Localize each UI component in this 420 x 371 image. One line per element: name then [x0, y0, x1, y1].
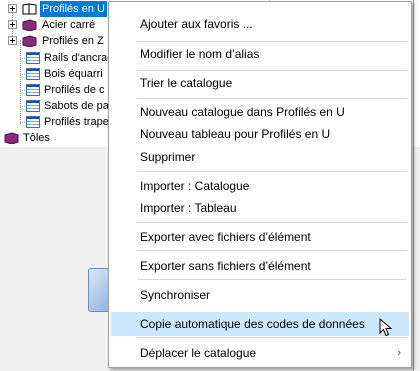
menu-item-new-catalog[interactable]: Nouveau catalogue dans Profilés en U — [111, 100, 409, 124]
menu-item-import-catalog[interactable]: Importer : Catalogue — [111, 174, 409, 198]
menu-item-synchronize[interactable]: Synchroniser — [111, 283, 409, 307]
expand-icon[interactable] — [8, 36, 17, 45]
tree-item-profiles-z[interactable]: Profilés en Z — [0, 33, 108, 49]
catalog-tree: Profilés en U Acier carré Profilés en Z … — [0, 0, 113, 148]
tree-guide-line — [20, 122, 25, 123]
menu-item-export-without-files[interactable]: Exporter sans fichiers d’élément — [111, 254, 409, 278]
context-menu: Ajouter aux favoris ... Modifier le nom … — [108, 1, 412, 368]
table-icon — [26, 100, 40, 112]
book-icon — [22, 35, 37, 47]
menu-item-add-favorites[interactable]: Ajouter aux favoris ... — [111, 12, 409, 36]
tree-item-label: Profilés de c — [44, 84, 105, 96]
menu-item-delete[interactable]: Supprimer — [111, 145, 409, 169]
tree-item-timber[interactable]: Bois équarri — [0, 66, 108, 82]
tree-item-label: Acier carré — [42, 19, 96, 31]
menu-separator — [137, 222, 407, 223]
menu-item-auto-copy-data-codes[interactable]: Copie automatique des codes de données — [111, 312, 409, 336]
table-icon — [26, 52, 40, 64]
menu-separator — [137, 171, 407, 172]
tree-item-trapezoid[interactable]: Profilés trape — [0, 114, 109, 130]
tree-item-label: Rails d'ancrag — [44, 52, 114, 64]
book-icon — [22, 19, 37, 31]
submenu-arrow-icon: › — [397, 347, 401, 359]
tree-guide-line — [20, 74, 25, 75]
menu-item-import-table[interactable]: Importer : Tableau — [111, 196, 409, 220]
table-icon — [26, 84, 40, 96]
menu-separator — [137, 279, 407, 280]
tree-guide-line — [20, 58, 25, 59]
menu-item-export-with-files[interactable]: Exporter avec fichiers d’élément — [111, 225, 409, 249]
menu-separator — [137, 250, 407, 251]
tree-item-label: Bois équarri — [44, 68, 103, 80]
expand-icon[interactable] — [8, 4, 17, 13]
menu-separator — [137, 98, 407, 99]
tree-item-label: Profilés trape — [44, 116, 109, 128]
pane-divider — [413, 0, 414, 371]
tree-item-label: Sabots de pa — [44, 100, 109, 112]
menu-item-label: Déplacer le catalogue — [140, 346, 257, 360]
menu-item-new-table[interactable]: Nouveau tableau pour Profilés en U — [111, 122, 409, 146]
tree-item-profiles-c[interactable]: Profilés de c — [0, 82, 108, 98]
tree-item-profiles-u[interactable]: Profilés en U — [0, 1, 108, 17]
tree-item-beam-shoes[interactable]: Sabots de pa — [0, 98, 109, 114]
book-icon — [4, 132, 19, 144]
table-icon — [26, 116, 40, 128]
tree-item-label: Tôles — [23, 132, 50, 144]
book-icon — [22, 3, 37, 15]
menu-item-rename-alias[interactable]: Modifier le nom d’alias — [111, 42, 409, 66]
tree-guide-line — [20, 90, 25, 91]
tree-guide-line — [20, 106, 25, 107]
tree-item-label: Profilés en U — [40, 1, 107, 17]
tree-item-anchor-rails[interactable]: Rails d'ancrag — [0, 50, 113, 66]
tree-item-label: Profilés en Z — [42, 35, 104, 47]
tree-item-sheets[interactable]: Tôles — [0, 130, 108, 146]
mouse-cursor-icon — [379, 318, 393, 337]
menu-item-sort-catalog[interactable]: Trier le catalogue — [111, 71, 409, 95]
expand-icon[interactable] — [8, 20, 17, 29]
tree-item-square-steel[interactable]: Acier carré — [0, 17, 108, 33]
menu-separator — [137, 337, 407, 338]
table-icon — [26, 68, 40, 80]
menu-item-move-catalog[interactable]: Déplacer le catalogue › — [111, 341, 409, 365]
